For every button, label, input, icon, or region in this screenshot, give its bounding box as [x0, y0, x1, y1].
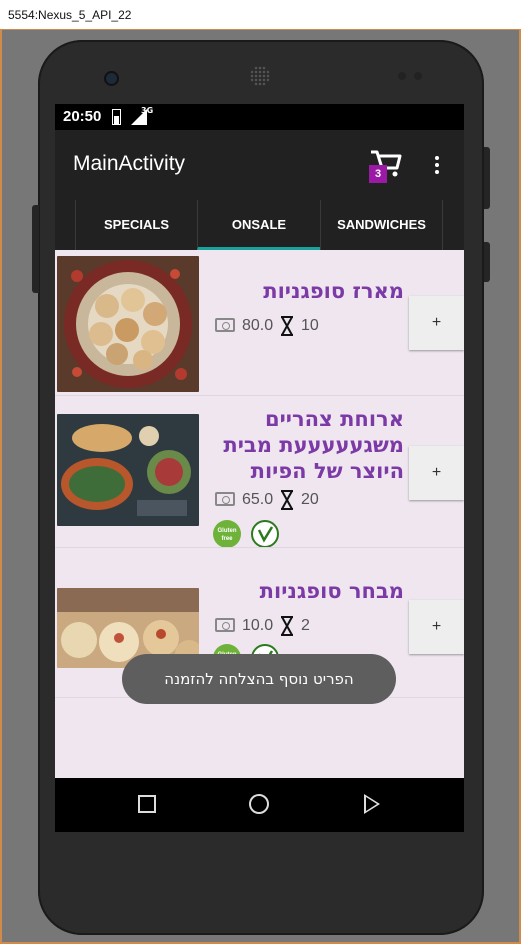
- home-circle-icon[interactable]: [249, 794, 269, 814]
- gluten-free-badge: Gluten free: [213, 520, 241, 548]
- tab-specials[interactable]: SPECIALS: [75, 200, 197, 250]
- money-icon: [215, 618, 235, 632]
- side-button[interactable]: [484, 242, 490, 282]
- status-time: 20:50: [63, 108, 102, 125]
- money-icon: [215, 318, 235, 332]
- recents-square-icon[interactable]: [138, 795, 156, 813]
- device-screen: 20:50 3G MainActivity 3 SPECIALS ONSALE …: [55, 104, 464, 832]
- product-list: מארז סופגניות 80.0 10 + ארוחת צהריים משג…: [55, 250, 464, 832]
- item-prep-time: 2: [301, 617, 310, 634]
- overflow-menu-icon[interactable]: [431, 154, 443, 178]
- speaker-grille: [250, 66, 270, 86]
- back-triangle-icon[interactable]: [364, 794, 380, 814]
- item-title: מארז סופגניות: [263, 279, 404, 303]
- item-price: 65.0: [242, 491, 274, 508]
- hourglass-icon: [281, 490, 293, 510]
- hourglass-icon: [281, 316, 293, 336]
- window-title: 5554:Nexus_5_API_22: [8, 8, 132, 22]
- status-bar: 20:50 3G: [55, 104, 464, 130]
- list-item[interactable]: ארוחת צהריים משגעעעעעת מבית היוצר של הפי…: [55, 396, 464, 548]
- toast-message: הפריט נוסף בהצלחה להזמנה: [122, 654, 396, 704]
- gluten-free-label: free: [221, 536, 233, 542]
- sensor: [414, 72, 422, 80]
- item-prep-time: 10: [301, 317, 319, 334]
- item-image: [57, 414, 199, 526]
- item-title: מבחר סופגניות: [259, 579, 404, 603]
- item-price: 80.0: [242, 317, 274, 334]
- battery-icon: [112, 109, 121, 125]
- item-prep-time: 20: [301, 491, 319, 508]
- power-button[interactable]: [484, 147, 490, 209]
- tab-bar: SPECIALS ONSALE SANDWICHES: [55, 200, 464, 250]
- sensor: [398, 72, 406, 80]
- add-to-order-button[interactable]: +: [409, 600, 464, 654]
- add-to-order-button[interactable]: +: [409, 296, 464, 350]
- item-title: ארוחת צהריים משגעעעעעת מבית היוצר של הפי…: [223, 407, 404, 483]
- item-price: 10.0: [242, 617, 274, 634]
- hourglass-icon: [281, 616, 293, 636]
- network-type: 3G: [141, 106, 154, 115]
- item-image: [57, 256, 199, 392]
- gluten-free-label: Gluten: [217, 528, 237, 534]
- window-border-left: [0, 30, 2, 944]
- front-camera-icon: [104, 71, 119, 86]
- app-title: MainActivity: [73, 152, 186, 175]
- money-icon: [215, 492, 235, 506]
- cart-button[interactable]: 3: [367, 148, 407, 184]
- cart-count-badge: 3: [369, 165, 387, 183]
- volume-button[interactable]: [32, 205, 39, 293]
- system-nav-bar: [55, 778, 464, 832]
- app-bar: MainActivity 3: [55, 130, 464, 200]
- vegan-badge-icon: [251, 520, 279, 548]
- add-to-order-button[interactable]: +: [409, 446, 464, 500]
- tab-sandwiches[interactable]: SANDWICHES: [320, 200, 443, 250]
- tab-onsale[interactable]: ONSALE: [197, 200, 320, 250]
- window-titlebar: 5554:Nexus_5_API_22: [0, 0, 521, 30]
- list-item[interactable]: מארז סופגניות 80.0 10 +: [55, 250, 464, 396]
